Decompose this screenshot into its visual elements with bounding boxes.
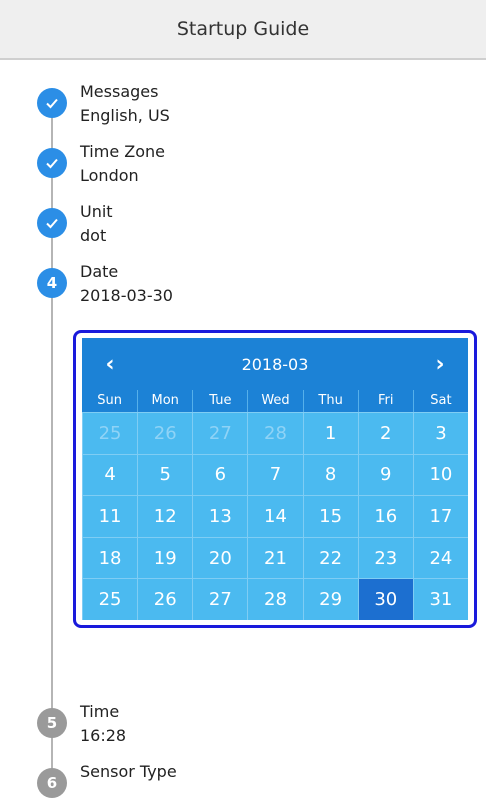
timeline-line bbox=[51, 100, 53, 790]
calendar-day[interactable]: 27 bbox=[192, 578, 248, 620]
calendar-day[interactable]: 29 bbox=[302, 578, 358, 620]
page-title: Startup Guide bbox=[176, 18, 310, 40]
weekday-label: Sat bbox=[412, 390, 468, 412]
calendar-day[interactable]: 20 bbox=[192, 536, 248, 579]
weekday-header-row: Sun Mon Tue Wed Thu Fri Sat bbox=[82, 390, 468, 412]
calendar-day[interactable]: 11 bbox=[82, 495, 138, 537]
step-value: English, US bbox=[80, 106, 170, 125]
calendar-day[interactable]: 25 bbox=[82, 412, 138, 454]
step-3-check-icon bbox=[37, 208, 67, 238]
calendar-day[interactable]: 19 bbox=[137, 536, 193, 579]
calendar-day[interactable]: 1 bbox=[302, 412, 358, 454]
step-value: 2018-03-30 bbox=[80, 286, 173, 305]
step-label: Messages bbox=[80, 82, 159, 101]
calendar-day[interactable]: 24 bbox=[412, 536, 468, 579]
step-2-check-icon bbox=[37, 148, 67, 178]
step-date[interactable]: Date 2018-03-30 bbox=[80, 260, 173, 308]
calendar-month-label: 2018-03 bbox=[241, 354, 309, 374]
step-value: London bbox=[80, 166, 139, 185]
calendar-day[interactable]: 30 bbox=[357, 578, 413, 620]
date-picker-calendar: ‹ 2018-03 › Sun Mon Tue Wed Thu Fri Sat … bbox=[82, 338, 468, 620]
chevron-left-icon: ‹ bbox=[105, 351, 115, 377]
calendar-day[interactable]: 3 bbox=[412, 412, 468, 454]
calendar-day[interactable]: 8 bbox=[302, 453, 358, 496]
calendar-day[interactable]: 26 bbox=[137, 578, 193, 620]
calendar-day[interactable]: 22 bbox=[302, 536, 358, 579]
step-label: Time Zone bbox=[80, 142, 165, 161]
step-messages[interactable]: Messages English, US bbox=[80, 80, 170, 128]
calendar-day[interactable]: 5 bbox=[137, 453, 193, 496]
step-label: Time bbox=[80, 702, 120, 721]
weekday-label: Fri bbox=[357, 390, 413, 412]
step-4-number-icon: 4 bbox=[37, 268, 67, 298]
app-header: Startup Guide bbox=[0, 0, 486, 60]
calendar-day[interactable]: 18 bbox=[82, 536, 138, 579]
step-1-check-icon bbox=[37, 88, 67, 118]
step-value: dot bbox=[80, 226, 107, 245]
calendar-days-grid: 25 26 27 28 1 2 3 4 5 6 7 8 9 10 11 12 13 14 15 16 17 18 19 20 2… bbox=[82, 412, 468, 620]
calendar-day[interactable]: 23 bbox=[357, 536, 413, 579]
calendar-day[interactable]: 2 bbox=[357, 412, 413, 454]
weekday-label: Thu bbox=[302, 390, 358, 412]
step-label: Unit bbox=[80, 202, 113, 221]
step-value: 16:28 bbox=[80, 726, 127, 745]
calendar-day[interactable]: 14 bbox=[247, 495, 303, 537]
calendar-day[interactable]: 21 bbox=[247, 536, 303, 579]
step-label: Date bbox=[80, 262, 119, 281]
calendar-day[interactable]: 27 bbox=[192, 412, 248, 454]
calendar-header: ‹ 2018-03 › bbox=[82, 338, 468, 390]
step-6-number-icon: 6 bbox=[37, 768, 67, 798]
step-sensor-type[interactable]: Sensor Type bbox=[80, 760, 177, 784]
calendar-day[interactable]: 13 bbox=[192, 495, 248, 537]
calendar-day[interactable]: 6 bbox=[192, 453, 248, 496]
calendar-day[interactable]: 28 bbox=[247, 412, 303, 454]
calendar-day[interactable]: 17 bbox=[412, 495, 468, 537]
next-month-button[interactable]: › bbox=[412, 338, 468, 390]
weekday-label: Sun bbox=[97, 393, 122, 408]
chevron-right-icon: › bbox=[435, 351, 445, 377]
step-5-number-icon: 5 bbox=[37, 708, 67, 738]
calendar-day[interactable]: 9 bbox=[357, 453, 413, 496]
calendar-day[interactable]: 15 bbox=[302, 495, 358, 537]
step-time-zone[interactable]: Time Zone London bbox=[80, 140, 165, 188]
calendar-day[interactable]: 26 bbox=[137, 412, 193, 454]
step-label: Sensor Type bbox=[80, 762, 177, 781]
calendar-day[interactable]: 16 bbox=[357, 495, 413, 537]
weekday-label: Tue bbox=[192, 390, 247, 412]
calendar-day[interactable]: 7 bbox=[247, 453, 303, 496]
step-unit[interactable]: Unit dot bbox=[80, 200, 113, 248]
calendar-day[interactable]: 25 bbox=[82, 578, 138, 620]
weekday-label: Mon bbox=[137, 390, 192, 412]
prev-month-button[interactable]: ‹ bbox=[82, 338, 138, 390]
step-time[interactable]: Time 16:28 bbox=[80, 700, 126, 748]
calendar-day[interactable]: 31 bbox=[412, 578, 468, 620]
calendar-day[interactable]: 28 bbox=[247, 578, 303, 620]
calendar-day[interactable]: 10 bbox=[412, 453, 468, 496]
calendar-day[interactable]: 12 bbox=[137, 495, 193, 537]
weekday-label: Wed bbox=[247, 390, 302, 412]
calendar-day[interactable]: 4 bbox=[82, 453, 138, 496]
